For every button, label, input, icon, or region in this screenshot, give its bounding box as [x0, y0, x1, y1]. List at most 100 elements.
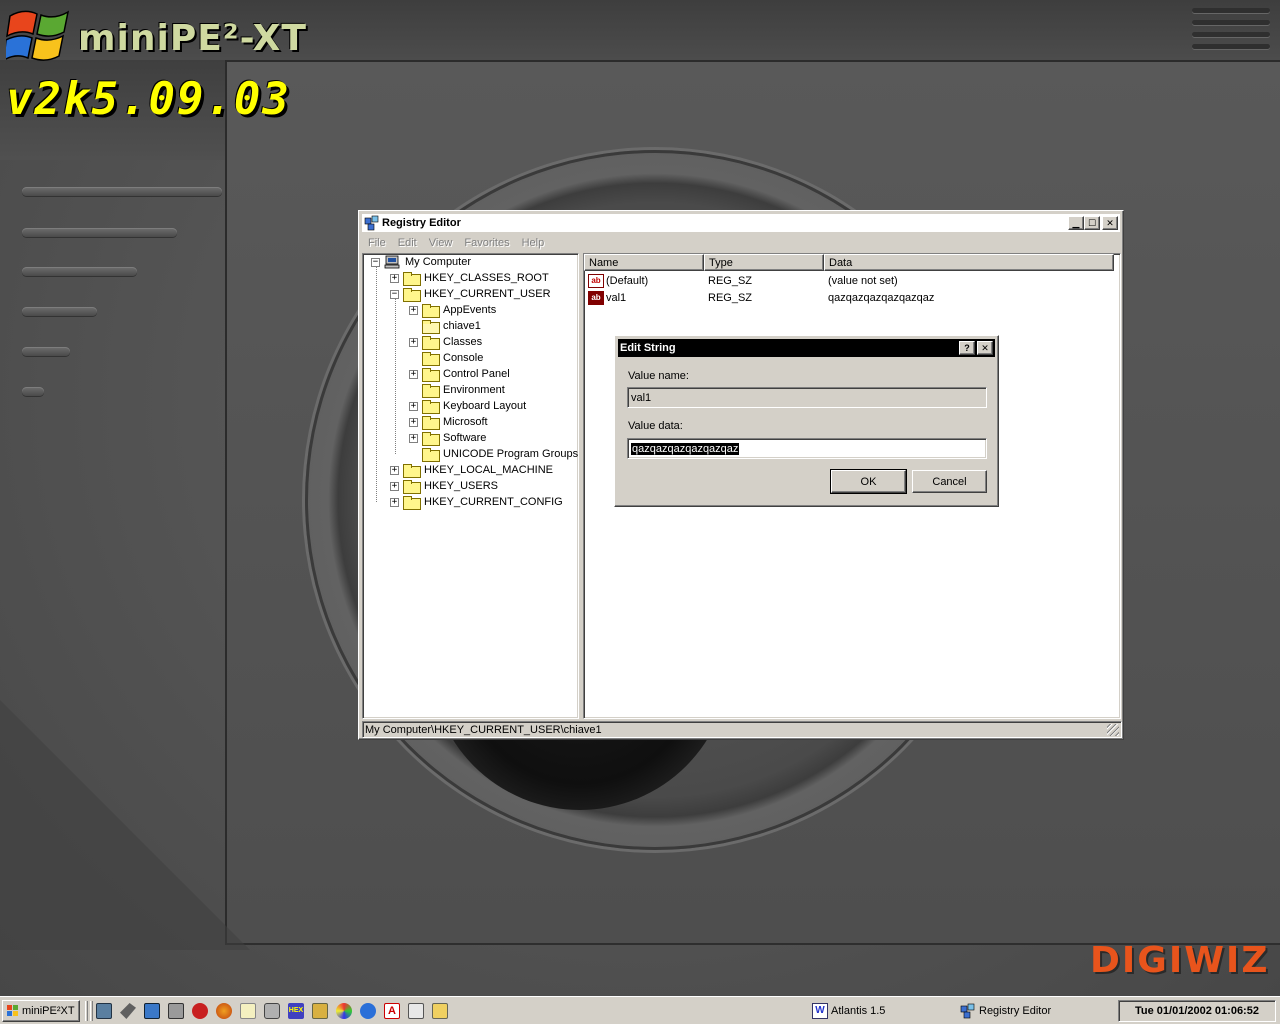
notepad-icon[interactable] — [240, 1003, 256, 1019]
key-tree[interactable]: − My Computer + HKEY_CLASSES_ROOT − HKEY… — [362, 253, 579, 719]
folder-icon — [422, 304, 440, 318]
wallpaper-bar — [22, 228, 177, 237]
paint-icon[interactable] — [336, 1003, 352, 1019]
value-name-field: val1 — [627, 387, 987, 408]
tree-item[interactable]: Console — [422, 350, 485, 366]
expand-icon[interactable]: + — [390, 497, 399, 507]
value-data-text: qazqazqazqazqazqaz — [631, 442, 740, 455]
system-tray-clock[interactable]: Tue 01/01/2002 01:06:52 — [1118, 1000, 1276, 1022]
open-folder-icon — [422, 320, 440, 334]
expand-icon[interactable]: + — [409, 417, 418, 427]
menu-file[interactable]: File — [362, 237, 392, 249]
maximize-icon: ☐ — [1087, 217, 1097, 228]
tree-item[interactable]: − My Computer — [371, 254, 473, 270]
folder-icon — [422, 368, 440, 382]
tree-item[interactable]: + Classes — [409, 334, 484, 350]
tree-label: Control Panel — [443, 368, 510, 380]
folder-icon — [403, 272, 421, 286]
expand-icon[interactable]: + — [409, 433, 418, 443]
ok-button[interactable]: OK — [830, 469, 907, 494]
firefox-icon[interactable] — [216, 1003, 232, 1019]
tree-item[interactable]: + Keyboard Layout — [409, 398, 528, 414]
tree-item[interactable]: + HKEY_CURRENT_CONFIG — [390, 494, 565, 510]
tree-item[interactable]: + HKEY_USERS — [390, 478, 500, 494]
folder-icon — [422, 400, 440, 414]
tree-label: Environment — [443, 384, 505, 396]
tree-item[interactable]: + Microsoft — [409, 414, 490, 430]
antivirus-icon[interactable] — [192, 1003, 208, 1019]
start-button[interactable]: miniPE²XT — [2, 1000, 80, 1022]
acrobat-icon[interactable]: A — [384, 1003, 400, 1019]
expand-icon[interactable]: + — [390, 465, 399, 475]
help-button[interactable]: ? — [959, 341, 975, 355]
windows-flag-icon — [6, 10, 70, 61]
minimize-button[interactable]: ▁ — [1068, 216, 1084, 230]
ie-icon[interactable] — [360, 1003, 376, 1019]
menu-edit[interactable]: Edit — [392, 237, 423, 249]
taskbar-button-regedit[interactable]: Registry Editor — [956, 1000, 1111, 1022]
column-header-data[interactable]: Data — [824, 254, 1114, 271]
window-titlebar[interactable]: Registry Editor ▁ ☐ ✕ — [362, 214, 1120, 232]
system-icon[interactable] — [96, 1003, 112, 1019]
tools-icon[interactable] — [120, 1003, 136, 1019]
value-name-text: val1 — [631, 391, 652, 404]
expand-icon[interactable]: + — [409, 337, 418, 347]
value-data-label: Value data: — [628, 420, 683, 432]
value-name-label: Value name: — [628, 370, 689, 382]
tree-label: Keyboard Layout — [443, 400, 527, 412]
tree-item[interactable]: − HKEY_CURRENT_USER — [390, 286, 553, 302]
close-button[interactable]: ✕ — [1102, 216, 1118, 230]
menu-help[interactable]: Help — [516, 237, 551, 249]
menu-favorites[interactable]: Favorites — [458, 237, 515, 249]
string-value-icon: ab — [588, 290, 604, 305]
help-icon: ? — [964, 342, 970, 353]
expand-icon[interactable]: + — [390, 273, 399, 283]
expand-icon[interactable]: + — [409, 305, 418, 315]
column-header-name[interactable]: Name — [584, 254, 704, 271]
dialog-titlebar[interactable]: Edit String ? ✕ — [618, 339, 995, 357]
taskbar-button-atlantis[interactable]: W Atlantis 1.5 — [808, 1000, 948, 1022]
pc-icon[interactable] — [168, 1003, 184, 1019]
explorer-icon[interactable] — [408, 1003, 424, 1019]
tree-item[interactable]: UNICODE Program Groups — [422, 446, 578, 462]
cancel-button[interactable]: Cancel — [912, 470, 987, 493]
installer-icon[interactable] — [432, 1003, 448, 1019]
brand-logo: DIGIWIZ — [1090, 940, 1270, 981]
list-item[interactable]: ab (Default) REG_SZ (value not set) — [588, 272, 898, 289]
resize-grip[interactable] — [1107, 724, 1119, 736]
toolbar-grip[interactable] — [90, 1001, 93, 1021]
value-name: val1 — [606, 291, 627, 304]
hex-editor-icon[interactable]: HEX — [288, 1003, 304, 1019]
value-data: qazqazqazqazqazqaz — [828, 291, 935, 304]
disk-icon[interactable] — [264, 1003, 280, 1019]
tree-item[interactable]: + HKEY_CLASSES_ROOT — [390, 270, 551, 286]
folder-icon — [422, 336, 440, 350]
tree-label: Classes — [443, 336, 483, 348]
word-processor-icon: W — [812, 1003, 828, 1019]
collapse-icon[interactable]: − — [390, 289, 399, 299]
value-data-input[interactable]: qazqazqazqazqazqaz — [627, 438, 987, 459]
tree-item[interactable]: Environment — [422, 382, 507, 398]
tree-item[interactable]: + Software — [409, 430, 488, 446]
archive-icon[interactable] — [312, 1003, 328, 1019]
network-icon[interactable] — [144, 1003, 160, 1019]
expand-icon[interactable]: + — [390, 481, 399, 491]
tree-item[interactable]: + AppEvents — [409, 302, 498, 318]
expand-icon[interactable]: + — [409, 369, 418, 379]
maximize-button[interactable]: ☐ — [1084, 216, 1100, 230]
menu-view[interactable]: View — [423, 237, 459, 249]
tree-item[interactable]: + Control Panel — [409, 366, 512, 382]
collapse-icon[interactable]: − — [371, 257, 380, 267]
tree-item[interactable]: + HKEY_LOCAL_MACHINE — [390, 462, 555, 478]
taskbar: miniPE²XT HEX A W Atlantis 1.5 Registry … — [0, 996, 1280, 1024]
toolbar-grip[interactable] — [85, 1001, 88, 1021]
edit-string-dialog[interactable]: Edit String ? ✕ Value name: val1 Value d… — [614, 335, 999, 507]
dialog-close-button[interactable]: ✕ — [977, 341, 993, 355]
folder-icon — [422, 384, 440, 398]
column-header-type[interactable]: Type — [704, 254, 824, 271]
task-label: Atlantis 1.5 — [831, 1005, 886, 1017]
tree-item-selected[interactable]: chiave1 — [422, 318, 483, 334]
list-item-selected[interactable]: ab val1 REG_SZ qazqazqazqazqazqaz — [588, 289, 934, 306]
value-data: (value not set) — [828, 274, 898, 287]
expand-icon[interactable]: + — [409, 401, 418, 411]
